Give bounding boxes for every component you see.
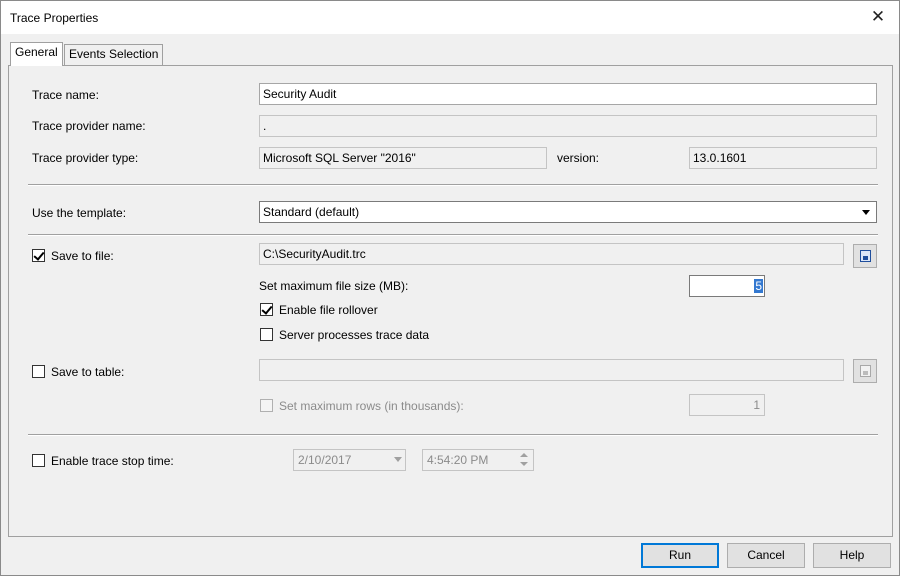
trace-name-input[interactable]: Security Audit xyxy=(259,83,877,105)
file-rollover-checkbox[interactable] xyxy=(260,303,273,316)
save-file-path-field[interactable]: C:\SecurityAudit.trc xyxy=(259,243,844,265)
stop-date-value: 2/10/2017 xyxy=(298,453,352,467)
server-processes-checkbox[interactable] xyxy=(260,328,273,341)
tab-general-label: General xyxy=(15,45,58,59)
save-table-field[interactable] xyxy=(259,359,844,381)
stop-time-checkbox[interactable] xyxy=(32,454,45,467)
browse-file-button[interactable] xyxy=(853,244,877,268)
help-button[interactable]: Help xyxy=(813,543,891,568)
chevron-down-icon xyxy=(394,457,402,462)
chevron-down-icon xyxy=(858,204,874,220)
title-bar: Trace Properties ✕ xyxy=(1,1,899,34)
version-label: version: xyxy=(557,151,600,165)
trace-name-label: Trace name: xyxy=(32,88,99,102)
stop-time-label: Enable trace stop time: xyxy=(51,454,174,468)
window-title: Trace Properties xyxy=(10,11,99,25)
save-to-file-label: Save to file: xyxy=(51,249,114,263)
tab-events-selection-label: Events Selection xyxy=(69,47,159,61)
save-to-table-checkbox[interactable] xyxy=(32,365,45,378)
template-label: Use the template: xyxy=(32,206,127,220)
file-rollover-label: Enable file rollover xyxy=(279,303,378,317)
separator xyxy=(28,234,878,236)
template-select[interactable]: Standard (default) xyxy=(259,201,877,223)
max-rows-checkbox[interactable] xyxy=(260,399,273,412)
table-icon xyxy=(860,365,871,377)
save-file-icon xyxy=(860,250,871,262)
max-file-size-label: Set maximum file size (MB): xyxy=(259,279,409,293)
server-processes-label: Server processes trace data xyxy=(279,328,430,342)
browse-table-button[interactable] xyxy=(853,359,877,383)
separator xyxy=(28,434,878,436)
save-to-file-checkbox[interactable] xyxy=(32,249,45,262)
template-value: Standard (default) xyxy=(263,205,360,219)
spin-down-icon[interactable] xyxy=(517,460,531,469)
spin-up-icon[interactable] xyxy=(517,451,531,460)
max-file-size-value: 5 xyxy=(754,279,763,293)
max-file-size-input[interactable]: 5 xyxy=(689,275,765,297)
version-field: 13.0.1601 xyxy=(689,147,877,169)
cancel-button[interactable]: Cancel xyxy=(727,543,805,568)
max-rows-label: Set maximum rows (in thousands): xyxy=(279,399,464,413)
provider-name-label: Trace provider name: xyxy=(32,119,146,133)
max-rows-input[interactable]: 1 xyxy=(689,394,765,416)
close-icon[interactable]: ✕ xyxy=(861,3,895,31)
trace-properties-dialog: Trace Properties ✕ General Events Select… xyxy=(0,0,900,576)
tab-general[interactable]: General xyxy=(10,42,63,66)
run-button[interactable]: Run xyxy=(641,543,719,568)
stop-time-spinner[interactable]: 4:54:20 PM xyxy=(422,449,534,471)
provider-type-label: Trace provider type: xyxy=(32,151,139,165)
provider-name-field: . xyxy=(259,115,877,137)
tab-events-selection[interactable]: Events Selection xyxy=(64,44,164,66)
separator xyxy=(28,184,878,186)
stop-date-picker[interactable]: 2/10/2017 xyxy=(293,449,406,471)
save-to-table-label: Save to table: xyxy=(51,365,125,379)
stop-time-value: 4:54:20 PM xyxy=(427,453,489,467)
provider-type-field: Microsoft SQL Server "2016" xyxy=(259,147,547,169)
